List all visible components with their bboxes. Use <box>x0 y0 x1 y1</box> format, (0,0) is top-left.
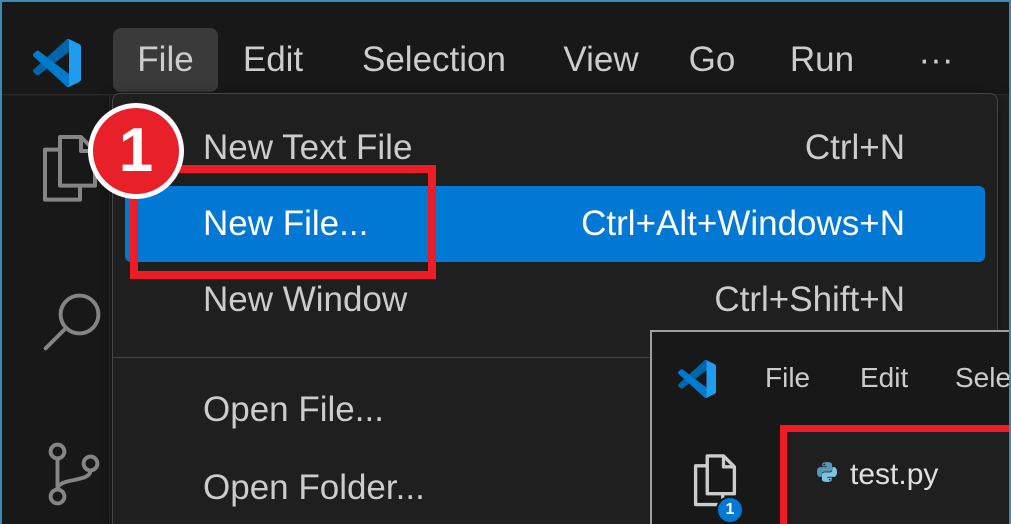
menu-view[interactable]: View <box>555 28 647 92</box>
vscode-logo-icon <box>33 39 81 87</box>
vscode-window: File Edit Selection View Go Run ··· New … <box>0 0 1011 524</box>
file-tree-item-test-py[interactable]: test.py <box>850 457 938 493</box>
inset-explorer-sidebar: test.py <box>780 425 1011 524</box>
inset-screenshot: File Edit Sele 1 test.py <box>650 330 1011 524</box>
inset-activity-bar: 1 <box>652 425 780 524</box>
menu-item-label: Open Folder... <box>203 468 425 507</box>
menu-selection[interactable]: Selection <box>345 28 523 92</box>
inset-menu-file[interactable]: File <box>765 360 810 396</box>
menu-item-label: Open File... <box>203 390 384 429</box>
inset-title-bar: File Edit Sele <box>652 332 1011 425</box>
menu-item-label: New Window <box>203 280 408 319</box>
menu-item-new-text-file[interactable]: New Text File Ctrl+N <box>125 110 985 186</box>
source-control-icon[interactable] <box>38 438 110 510</box>
inset-menu-edit[interactable]: Edit <box>860 360 908 396</box>
menu-item-shortcut: Ctrl+Shift+N <box>714 280 905 319</box>
menu-item-shortcut: Ctrl+N <box>804 128 905 167</box>
menu-item-new-file[interactable]: New File... Ctrl+Alt+Windows+N <box>125 186 985 262</box>
menu-item-label: New File... <box>203 204 369 243</box>
menu-run[interactable]: Run <box>778 28 866 92</box>
explorer-count-badge: 1 <box>716 496 744 524</box>
menu-item-label: New Text File <box>203 128 413 167</box>
annotation-step-badge: 1 <box>88 103 184 199</box>
vscode-logo-icon <box>678 360 716 398</box>
menu-edit[interactable]: Edit <box>232 28 314 92</box>
inset-menu-selection[interactable]: Sele <box>955 360 1011 396</box>
menu-item-new-window[interactable]: New Window Ctrl+Shift+N <box>125 262 985 338</box>
menu-item-shortcut: Ctrl+Alt+Windows+N <box>581 204 905 243</box>
title-bar: File Edit Selection View Go Run ··· <box>0 0 1011 95</box>
search-icon[interactable] <box>36 286 108 358</box>
more-actions-icon[interactable]: ··· <box>900 28 972 92</box>
python-file-icon <box>815 460 839 484</box>
menu-file[interactable]: File <box>113 28 218 92</box>
menu-go[interactable]: Go <box>678 28 746 92</box>
